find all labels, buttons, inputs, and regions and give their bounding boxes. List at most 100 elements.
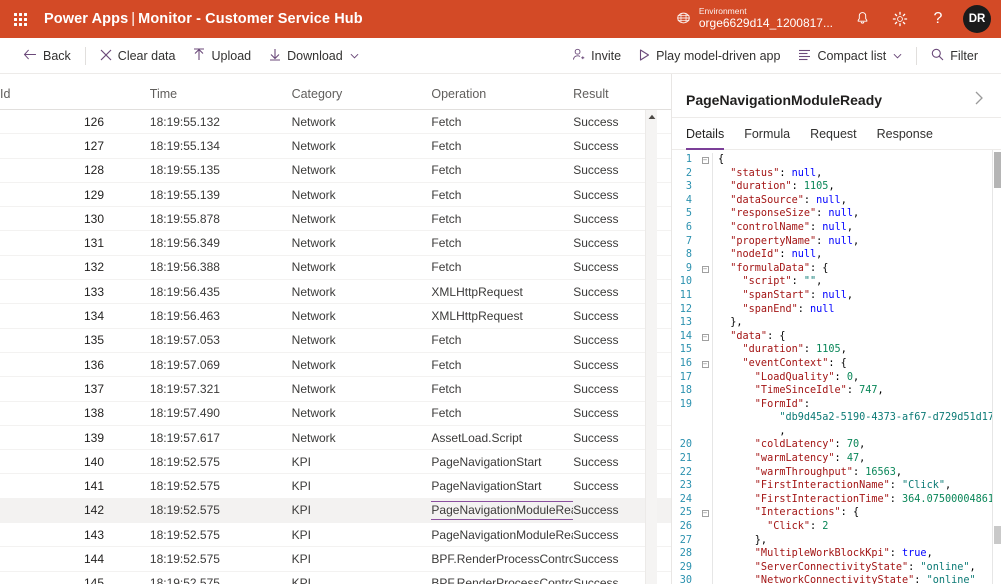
cell-category[interactable]: Network xyxy=(292,236,432,250)
table-row[interactable]: 132 18:19:56.388 Network Fetch Success xyxy=(0,256,671,281)
cell-id[interactable]: 135 xyxy=(0,333,150,347)
cell-id[interactable]: 129 xyxy=(0,188,150,202)
cell-id[interactable]: 130 xyxy=(0,212,150,226)
cell-time[interactable]: 18:19:55.132 xyxy=(150,115,292,129)
help-button[interactable]: ? xyxy=(919,0,957,38)
cell-id[interactable]: 141 xyxy=(0,479,150,493)
cell-category[interactable]: KPI xyxy=(292,528,432,542)
table-row[interactable]: 145 18:19:52.575 KPI BPF.RenderProcessContr… xyxy=(0,572,671,584)
cell-id[interactable]: 128 xyxy=(0,163,150,177)
download-button[interactable]: Download xyxy=(260,41,368,71)
column-header-operation[interactable]: Operation xyxy=(431,87,573,101)
cell-operation[interactable]: PageNavigationModuleReady xyxy=(431,528,573,542)
cell-category[interactable]: KPI xyxy=(292,576,432,584)
table-row[interactable]: 128 18:19:55.135 Network Fetch Success xyxy=(0,159,671,183)
cell-time[interactable]: 18:19:55.878 xyxy=(150,212,292,226)
cell-time[interactable]: 18:19:55.139 xyxy=(150,188,292,202)
cell-id[interactable]: 143 xyxy=(0,528,150,542)
cell-time[interactable]: 18:19:55.134 xyxy=(150,139,292,153)
editor-scrollbar-thumb-secondary[interactable] xyxy=(994,526,1001,544)
clear-data-button[interactable]: Clear data xyxy=(91,41,185,71)
compact-list-button[interactable]: Compact list xyxy=(789,41,911,71)
table-row[interactable]: 138 18:19:57.490 Network Fetch Success xyxy=(0,402,671,426)
table-row[interactable]: 131 18:19:56.349 Network Fetch Success xyxy=(0,231,671,256)
table-row[interactable]: 139 18:19:57.617 Network AssetLoad.Script Su… xyxy=(0,426,671,451)
table-row[interactable]: 133 18:19:56.435 Network XMLHttpRequest Succ… xyxy=(0,280,671,305)
table-row[interactable]: 130 18:19:55.878 Network Fetch Success xyxy=(0,207,671,232)
cell-time[interactable]: 18:19:55.135 xyxy=(150,163,292,177)
cell-operation[interactable]: XMLHttpRequest xyxy=(431,285,573,299)
tab-response[interactable]: Response xyxy=(877,118,933,150)
fold-toggle-icon[interactable]: − xyxy=(698,262,712,276)
cell-category[interactable]: Network xyxy=(292,115,432,129)
cell-category[interactable]: Network xyxy=(292,139,432,153)
cell-operation[interactable]: XMLHttpRequest xyxy=(431,309,573,323)
table-row[interactable]: 126 18:19:55.132 Network Fetch Success xyxy=(0,110,671,135)
cell-time[interactable]: 18:19:57.053 xyxy=(150,333,292,347)
fold-toggle-icon[interactable]: − xyxy=(698,506,712,520)
cell-category[interactable]: KPI xyxy=(292,455,432,469)
notifications-button[interactable] xyxy=(843,0,881,38)
cell-category[interactable]: KPI xyxy=(292,503,432,517)
upload-button[interactable]: Upload xyxy=(184,41,260,71)
cell-operation[interactable]: Fetch xyxy=(431,115,573,129)
cell-id[interactable]: 126 xyxy=(0,115,150,129)
cell-category[interactable]: Network xyxy=(292,309,432,323)
cell-operation[interactable]: Fetch xyxy=(431,236,573,250)
table-row[interactable]: 142 18:19:52.575 KPI PageNavigationModuleRe… xyxy=(0,498,671,524)
table-row[interactable]: 134 18:19:56.463 Network XMLHttpRequest Succ… xyxy=(0,304,671,329)
tab-request[interactable]: Request xyxy=(810,118,857,150)
editor-scrollbar-thumb[interactable] xyxy=(994,152,1001,188)
settings-button[interactable] xyxy=(881,0,919,38)
cell-time[interactable]: 18:19:52.575 xyxy=(150,455,292,469)
cell-id[interactable]: 139 xyxy=(0,431,150,445)
cell-operation[interactable]: Fetch xyxy=(431,406,573,420)
cell-category[interactable]: Network xyxy=(292,406,432,420)
editor-scrollbar[interactable] xyxy=(992,150,1001,584)
cell-operation[interactable]: Fetch xyxy=(431,163,573,177)
cell-id[interactable]: 140 xyxy=(0,455,150,469)
cell-operation[interactable]: PageNavigationStart xyxy=(431,455,573,469)
table-row[interactable]: 136 18:19:57.069 Network Fetch Success xyxy=(0,353,671,378)
json-code-editor[interactable]: 1−{2 "status": null, 3 "duration": 1105, 4… xyxy=(672,150,1001,584)
cell-id[interactable]: 131 xyxy=(0,236,150,250)
column-header-category[interactable]: Category xyxy=(292,87,432,101)
table-row[interactable]: 135 18:19:57.053 Network Fetch Success xyxy=(0,329,671,353)
cell-operation[interactable]: Fetch xyxy=(431,358,573,372)
cell-category[interactable]: Network xyxy=(292,212,432,226)
cell-category[interactable]: Network xyxy=(292,333,432,347)
cell-operation[interactable]: PageNavigationStart xyxy=(431,479,573,493)
back-button[interactable]: Back xyxy=(14,41,80,71)
cell-category[interactable]: KPI xyxy=(292,552,432,566)
cell-category[interactable]: Network xyxy=(292,163,432,177)
cell-category[interactable]: KPI xyxy=(292,479,432,493)
cell-category[interactable]: Network xyxy=(292,358,432,372)
cell-time[interactable]: 18:19:56.463 xyxy=(150,309,292,323)
cell-id[interactable]: 134 xyxy=(0,309,150,323)
tab-formula[interactable]: Formula xyxy=(744,118,790,150)
cell-time[interactable]: 18:19:52.575 xyxy=(150,503,292,517)
cell-id[interactable]: 142 xyxy=(0,503,150,517)
cell-id[interactable]: 138 xyxy=(0,406,150,420)
cell-operation[interactable]: PageNavigationModuleReady xyxy=(431,500,574,520)
cell-category[interactable]: Network xyxy=(292,431,432,445)
tab-details[interactable]: Details xyxy=(686,118,725,150)
cell-id[interactable]: 133 xyxy=(0,285,150,299)
fold-toggle-icon[interactable]: − xyxy=(698,357,712,371)
cell-id[interactable]: 136 xyxy=(0,358,150,372)
fold-toggle-icon[interactable]: − xyxy=(698,153,712,167)
cell-category[interactable]: Network xyxy=(292,260,432,274)
column-header-time[interactable]: Time xyxy=(150,87,292,101)
cell-operation[interactable]: BPF.RenderProcessControl xyxy=(431,576,573,584)
avatar[interactable]: DR xyxy=(963,5,991,33)
table-row[interactable]: 143 18:19:52.575 KPI PageNavigationModuleRe… xyxy=(0,523,671,548)
cell-time[interactable]: 18:19:56.435 xyxy=(150,285,292,299)
cell-operation[interactable]: Fetch xyxy=(431,260,573,274)
cell-operation[interactable]: AssetLoad.Script xyxy=(431,431,573,445)
cell-category[interactable]: Network xyxy=(292,285,432,299)
cell-id[interactable]: 144 xyxy=(0,552,150,566)
table-row[interactable]: 137 18:19:57.321 Network Fetch Success xyxy=(0,377,671,402)
cell-time[interactable]: 18:19:52.575 xyxy=(150,479,292,493)
cell-time[interactable]: 18:19:57.069 xyxy=(150,358,292,372)
cell-operation[interactable]: Fetch xyxy=(431,333,573,347)
